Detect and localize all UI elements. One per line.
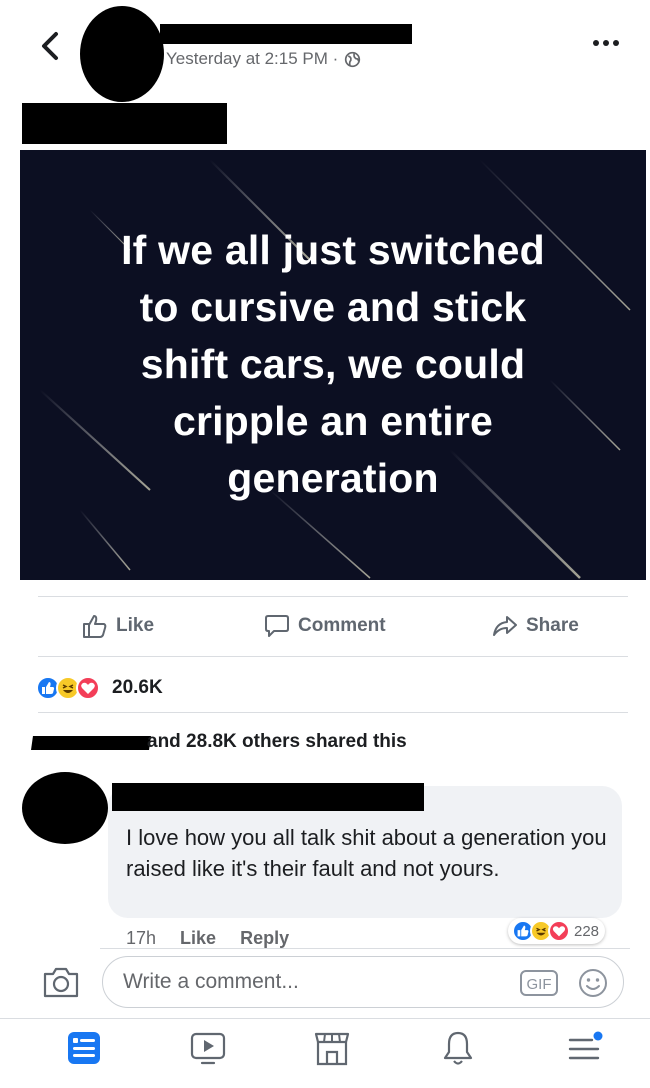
image-caption-text: If we all just switched to cursive and s… xyxy=(20,222,646,507)
timestamp-text: Yesterday at 2:15 PM · xyxy=(166,49,339,68)
post-caption xyxy=(22,103,227,144)
comment-reaction-count: 228 xyxy=(574,922,600,940)
comment-text: I love how you all talk shit about a gen… xyxy=(126,825,607,881)
like-label: Like xyxy=(116,615,155,636)
image-text-line: If we all just switched xyxy=(121,227,545,273)
image-text-line: shift cars, we could xyxy=(140,341,526,387)
comment-button[interactable]: Comment xyxy=(264,613,386,639)
comment-time: 17h xyxy=(126,928,157,948)
comment-reply-button[interactable]: Reply xyxy=(240,928,289,949)
post-timestamp: Yesterday at 2:15 PM · xyxy=(166,49,361,69)
share-label: Share xyxy=(526,615,579,636)
image-text-line: cripple an entire xyxy=(172,398,494,444)
reaction-count: 20.6K xyxy=(112,677,163,698)
thumbs-up-icon xyxy=(83,615,107,638)
shares-text[interactable]: and 28.8K others shared this xyxy=(147,731,407,753)
avatar[interactable] xyxy=(80,6,164,102)
like-button[interactable]: Like xyxy=(82,613,154,639)
comment-input-placeholder: Write a comment... xyxy=(123,970,299,993)
image-text-line: to cursive and stick xyxy=(139,284,527,330)
gif-icon[interactable]: GIF xyxy=(519,969,559,997)
divider xyxy=(0,1018,650,1019)
post-image[interactable]: If we all just switched to cursive and s… xyxy=(20,150,646,580)
comment-reaction-summary[interactable]: 228 xyxy=(508,918,606,944)
notifications-icon[interactable] xyxy=(438,1028,478,1068)
comment-label: Comment xyxy=(298,615,386,636)
sharer-name[interactable] xyxy=(31,736,151,750)
comment-icon xyxy=(265,615,289,637)
menu-icon[interactable] xyxy=(564,1028,604,1068)
globe-icon xyxy=(345,51,361,67)
comment-like-button[interactable]: Like xyxy=(180,928,216,949)
camera-icon[interactable] xyxy=(42,965,80,999)
news-feed-icon[interactable] xyxy=(64,1028,104,1068)
share-icon xyxy=(493,616,517,636)
share-button[interactable]: Share xyxy=(492,613,579,639)
watch-icon[interactable] xyxy=(188,1028,228,1068)
divider xyxy=(38,596,628,597)
marketplace-icon[interactable] xyxy=(312,1028,352,1068)
comment-meta: 17h Like Reply xyxy=(126,928,289,949)
reaction-summary[interactable]: 20.6K xyxy=(36,676,163,700)
emoji-icon[interactable] xyxy=(577,967,609,999)
commenter-avatar[interactable] xyxy=(22,772,108,844)
author-name[interactable] xyxy=(160,24,412,44)
image-text-line: generation xyxy=(227,455,439,501)
love-reaction-icon xyxy=(76,676,100,700)
chevron-left-icon[interactable] xyxy=(34,28,68,64)
commenter-name[interactable] xyxy=(112,783,424,811)
divider xyxy=(38,712,628,713)
divider xyxy=(38,656,628,657)
comment-input[interactable]: Write a comment... GIF xyxy=(102,956,624,1008)
more-horizontal-icon[interactable] xyxy=(590,34,622,52)
love-reaction-icon xyxy=(548,920,570,942)
gif-label: GIF xyxy=(527,976,552,993)
